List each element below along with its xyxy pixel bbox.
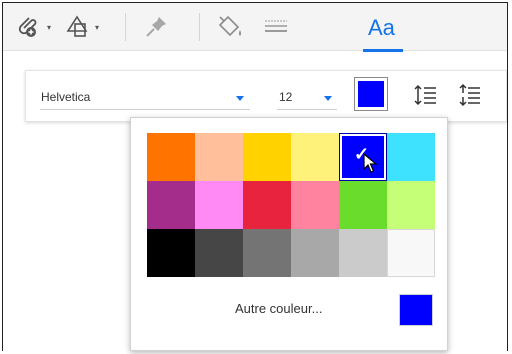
toolbar-divider xyxy=(125,13,126,41)
color-swatch[interactable] xyxy=(147,181,195,229)
font-family-value: Helvetica xyxy=(41,90,91,104)
color-palette-popup: ✓ Autre couleur... xyxy=(130,117,448,351)
color-swatch[interactable]: ✓ xyxy=(339,133,387,181)
line-tool-button[interactable] xyxy=(261,12,291,42)
color-swatch[interactable] xyxy=(243,181,291,229)
line-spacing-icon xyxy=(414,84,436,106)
font-size-dropdown[interactable]: 12 xyxy=(277,87,337,110)
color-swatch[interactable] xyxy=(291,229,339,277)
lines-icon xyxy=(265,20,287,32)
font-size-value: 12 xyxy=(279,90,293,104)
color-swatch[interactable] xyxy=(339,181,387,229)
color-swatch[interactable] xyxy=(387,229,435,277)
color-swatch[interactable] xyxy=(147,229,195,277)
color-swatch[interactable] xyxy=(243,229,291,277)
color-swatch[interactable] xyxy=(195,181,243,229)
color-swatch[interactable] xyxy=(339,229,387,277)
color-swatch[interactable] xyxy=(147,133,195,181)
attach-tool-button[interactable]: ▾ xyxy=(15,12,51,42)
toolbar-divider xyxy=(199,13,200,41)
paragraph-spacing-icon xyxy=(459,83,480,107)
mouse-cursor-icon xyxy=(363,153,378,173)
text-color-button[interactable] xyxy=(354,77,388,111)
font-family-dropdown[interactable]: Helvetica xyxy=(40,87,250,110)
paint-bucket-icon xyxy=(218,15,241,37)
color-swatch[interactable] xyxy=(387,181,435,229)
text-tool-button[interactable]: Aa xyxy=(368,15,395,41)
shape-tool-button[interactable]: ▾ xyxy=(65,12,99,42)
chevron-down-icon: ▾ xyxy=(47,22,52,32)
color-swatch[interactable] xyxy=(243,133,291,181)
fill-tool-button[interactable] xyxy=(215,12,245,42)
chevron-down-icon xyxy=(324,96,332,101)
color-grid: ✓ xyxy=(147,133,435,277)
paragraph-spacing-button[interactable] xyxy=(457,82,483,108)
line-spacing-button[interactable] xyxy=(413,82,439,108)
color-swatch[interactable] xyxy=(387,133,435,181)
color-swatch[interactable] xyxy=(195,133,243,181)
pin-icon xyxy=(146,17,166,37)
color-swatch[interactable] xyxy=(291,181,339,229)
custom-color-swatch[interactable] xyxy=(399,294,433,326)
color-swatch[interactable] xyxy=(291,133,339,181)
active-tab-indicator xyxy=(363,49,403,52)
text-properties-bar: Helvetica 12 xyxy=(25,70,507,122)
shapes-icon xyxy=(66,15,88,37)
paperclip-plus-icon xyxy=(18,17,37,37)
main-toolbar: ▾ ▾ Aa xyxy=(3,3,507,52)
chevron-down-icon xyxy=(236,96,244,101)
chevron-down-icon: ▾ xyxy=(95,22,100,32)
pin-tool-button[interactable] xyxy=(143,12,171,42)
more-colors-link[interactable]: Autre couleur... xyxy=(235,301,322,316)
color-swatch[interactable] xyxy=(195,229,243,277)
current-color-swatch xyxy=(358,81,384,107)
